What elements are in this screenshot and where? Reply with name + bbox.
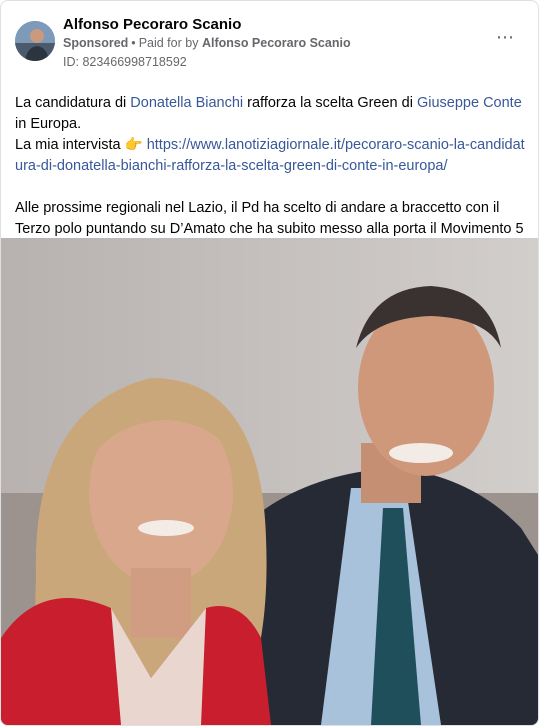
ad-id: ID: 823466998718592 (63, 55, 187, 69)
post-header: Alfonso Pecoraro Scanio Sponsored • Paid f… (1, 1, 538, 81)
text-segment: La candidatura di (15, 95, 131, 111)
payer-name[interactable]: Alfonso Pecoraro Scanio (202, 36, 351, 50)
post-text: La candidatura di Donatella Bianchi raff… (15, 93, 525, 261)
more-options-icon[interactable]: ⋯ (492, 27, 518, 47)
ad-post-card: Alfonso Pecoraro Scanio Sponsored • Paid f… (0, 0, 539, 726)
post-paragraph-1: La candidatura di Donatella Bianchi raff… (15, 93, 525, 135)
paid-for-prefix: Paid for by (138, 36, 199, 50)
post-paragraph-2: La mia intervista 👉 https://www.lanotizi… (15, 135, 525, 177)
pointing-right-icon: 👉 (124, 137, 143, 153)
sponsored-label[interactable]: Sponsored (63, 36, 128, 50)
text-segment: La mia intervista (15, 137, 125, 153)
text-segment: in Europa. (15, 116, 82, 132)
post-photo[interactable] (1, 238, 538, 725)
mention-donatella-bianchi[interactable]: Donatella Bianchi (130, 95, 243, 111)
mention-giuseppe-conte[interactable]: Giuseppe Conte (417, 95, 522, 111)
author-name[interactable]: Alfonso Pecoraro Scanio (63, 16, 241, 33)
sponsored-line: Sponsored • Paid for by Alfonso Pecoraro S… (63, 36, 351, 50)
separator-dot: • (131, 36, 136, 50)
author-avatar[interactable] (15, 21, 55, 61)
text-segment: rafforza la scelta Green di (243, 95, 417, 111)
